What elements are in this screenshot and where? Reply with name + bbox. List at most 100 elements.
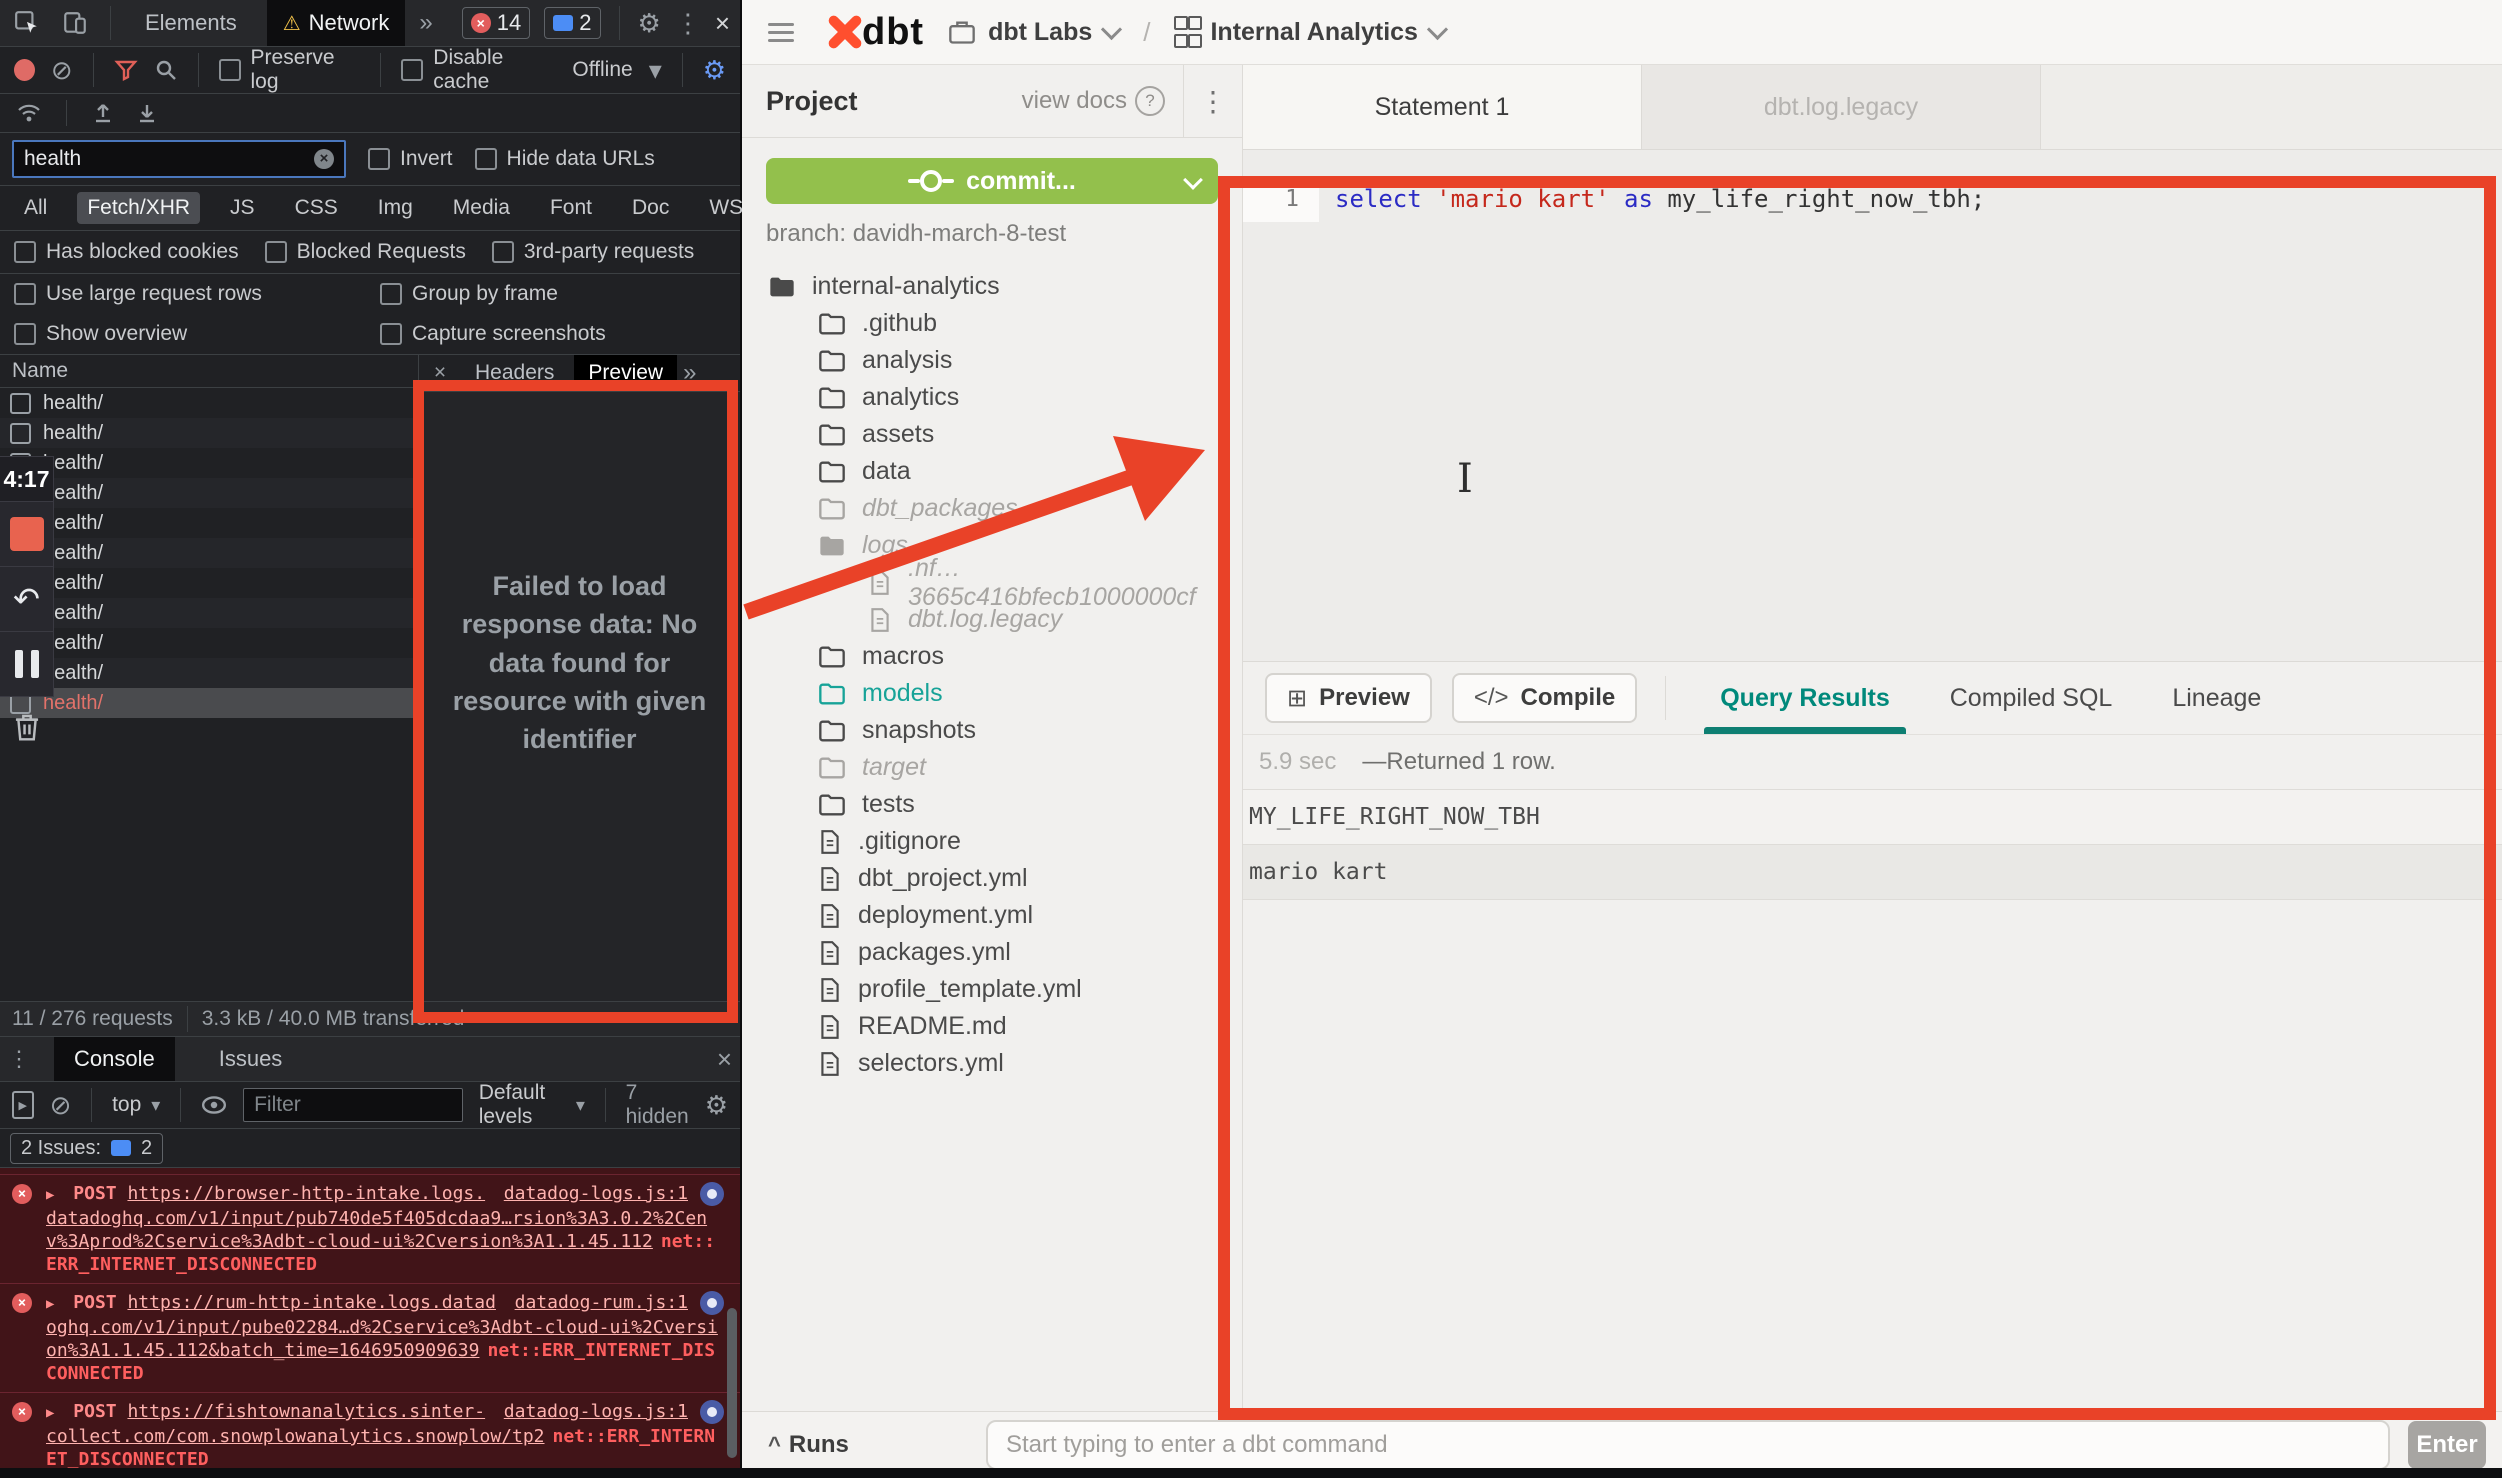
network-conditions-wifi-icon[interactable] (16, 101, 42, 125)
console-filter-input[interactable]: Filter (243, 1088, 463, 1122)
clear-network-log-icon[interactable]: ⊘ (51, 57, 73, 83)
clear-console-icon[interactable]: ⊘ (50, 1092, 72, 1118)
console-source-link[interactable]: datadog-logs.js:1 (504, 1400, 688, 1423)
view-docs-link[interactable]: view docs ? (1022, 86, 1183, 116)
context-selector[interactable]: top ▾ (112, 1093, 160, 1117)
network-request-row[interactable]: health/ (0, 568, 418, 598)
use-large-rows-checkbox[interactable]: Use large request rows (14, 282, 380, 306)
tree-item[interactable]: .gitignore (742, 823, 1242, 860)
close-drawer-icon[interactable]: × (717, 1046, 732, 1072)
request-type-chip[interactable]: Doc (622, 192, 679, 224)
tree-item[interactable]: data (742, 453, 1242, 490)
eye-icon[interactable] (201, 1094, 227, 1116)
project-switcher[interactable]: Internal Analytics (1174, 16, 1444, 48)
request-type-chip[interactable]: Font (540, 192, 602, 224)
more-tabs-icon[interactable]: » (419, 9, 432, 37)
console-scrollbar[interactable] (727, 1308, 737, 1458)
pause-recording-button[interactable] (0, 631, 53, 696)
tree-item[interactable]: .nf…3665c416bfecb1000000cf (742, 564, 1242, 601)
dbt-command-input[interactable] (986, 1420, 2390, 1470)
error-count-badge[interactable]: × 14 (462, 7, 530, 39)
tree-item[interactable]: selectors.yml (742, 1045, 1242, 1082)
network-filter-funnel-icon[interactable] (114, 58, 138, 82)
request-type-chip[interactable]: CSS (285, 192, 348, 224)
issues-counter[interactable]: 2 Issues: 2 (10, 1133, 163, 1164)
hamburger-menu-icon[interactable] (768, 18, 794, 47)
tab-elements[interactable]: Elements (129, 0, 253, 46)
tree-item[interactable]: analytics (742, 379, 1242, 416)
commit-button[interactable]: commit... (766, 158, 1218, 204)
search-icon[interactable] (154, 58, 178, 82)
disable-cache-checkbox[interactable]: Disable cache (401, 46, 556, 94)
show-overview-checkbox[interactable]: Show overview (14, 322, 380, 346)
tree-item[interactable]: packages.yml (742, 934, 1242, 971)
console-error-entry[interactable]: × datadog-logs.js:1 ▶ POST https://fisht… (0, 1393, 740, 1478)
expand-triangle-icon[interactable]: ▶ (46, 1187, 54, 1203)
import-har-icon[interactable] (91, 101, 115, 125)
request-type-chip[interactable]: JS (220, 192, 265, 224)
network-request-row[interactable]: health/ (0, 688, 418, 718)
stop-recording-button[interactable] (0, 501, 53, 566)
console-source-link[interactable]: datadog-logs.js:1 (504, 1182, 688, 1205)
settings-gear-icon[interactable]: ⚙ (638, 10, 661, 36)
network-request-row[interactable]: health/ (0, 658, 418, 688)
network-request-row[interactable]: health/ (0, 598, 418, 628)
name-column-header[interactable]: Name (0, 355, 418, 388)
tree-item[interactable]: deployment.yml (742, 897, 1242, 934)
blocked-requests-checkbox[interactable]: Blocked Requests (265, 240, 466, 264)
editor-tab-statement[interactable]: Statement 1 (1243, 65, 1642, 149)
tree-item[interactable]: assets (742, 416, 1242, 453)
record-icon[interactable] (14, 59, 35, 81)
request-type-chip[interactable]: All (14, 192, 57, 224)
commit-dropdown-icon[interactable] (1183, 170, 1203, 190)
account-switcher[interactable]: dbt Labs (948, 18, 1119, 47)
console-error-entry[interactable]: × ▶ …tps://…/health/net::ERR_INTERNET_DI… (0, 1168, 740, 1175)
tree-item[interactable]: macros (742, 638, 1242, 675)
network-settings-gear-icon[interactable]: ⚙ (703, 57, 726, 83)
drawer-kebab-icon[interactable]: ⋮ (8, 1048, 30, 1070)
network-request-row[interactable]: health/ (0, 388, 418, 418)
tab-issues[interactable]: Issues (199, 1037, 303, 1081)
sidebar-kebab-icon[interactable]: ⋮ (1183, 65, 1242, 137)
capture-screenshots-checkbox[interactable]: Capture screenshots (380, 322, 606, 346)
console-sidebar-icon[interactable]: ▶ (12, 1091, 34, 1119)
console-error-entry[interactable]: × datadog-logs.js:1 ▶ POST https://brows… (0, 1175, 740, 1284)
throttling-caret-icon[interactable]: ▾ (649, 57, 662, 83)
console-settings-gear-icon[interactable]: ⚙ (705, 1092, 728, 1118)
runs-toggle[interactable]: ^ Runs (758, 1431, 864, 1459)
request-type-chip[interactable]: Fetch/XHR (77, 192, 200, 224)
invert-checkbox[interactable]: Invert (368, 147, 453, 171)
tree-item[interactable]: README.md (742, 1008, 1242, 1045)
tree-item[interactable]: tests (742, 786, 1242, 823)
network-request-row[interactable]: health/ (0, 508, 418, 538)
console-error-entry[interactable]: × datadog-rum.js:1 ▶ POST https://rum-ht… (0, 1284, 740, 1393)
tree-item[interactable]: dbt_packages (742, 490, 1242, 527)
export-har-icon[interactable] (135, 101, 159, 125)
inspect-element-icon[interactable] (10, 6, 44, 40)
tab-network[interactable]: ⚠ Network (267, 0, 406, 46)
cancel-recording-button[interactable] (0, 697, 54, 757)
group-by-frame-checkbox[interactable]: Group by frame (380, 282, 558, 306)
network-request-row[interactable]: health/ (0, 628, 418, 658)
throttling-dropdown[interactable]: Offline (572, 58, 632, 82)
request-type-chip[interactable]: Img (368, 192, 423, 224)
request-type-chip[interactable]: Media (443, 192, 520, 224)
network-request-row[interactable]: health/ (0, 538, 418, 568)
message-count-badge[interactable]: 2 (544, 7, 600, 39)
network-request-row[interactable]: health/ (0, 478, 418, 508)
tree-item[interactable]: snapshots (742, 712, 1242, 749)
tab-console[interactable]: Console (54, 1037, 175, 1081)
tree-item[interactable]: models (742, 675, 1242, 712)
console-source-link[interactable]: datadog-rum.js:1 (515, 1291, 688, 1314)
enter-button[interactable]: Enter (2408, 1421, 2486, 1469)
dbt-logo[interactable]: dbt (818, 7, 924, 57)
network-filter-input[interactable]: health × (12, 140, 346, 178)
network-request-row[interactable]: health/ (0, 418, 418, 448)
has-blocked-cookies-checkbox[interactable]: Has blocked cookies (14, 240, 239, 264)
tree-item[interactable]: internal-analytics (742, 268, 1242, 305)
preserve-log-checkbox[interactable]: Preserve log (219, 46, 361, 94)
tree-item[interactable]: .github (742, 305, 1242, 342)
clear-filter-icon[interactable]: × (314, 149, 334, 169)
device-toolbar-icon[interactable] (58, 6, 92, 40)
kebab-menu-icon[interactable]: ⋮ (675, 10, 701, 36)
